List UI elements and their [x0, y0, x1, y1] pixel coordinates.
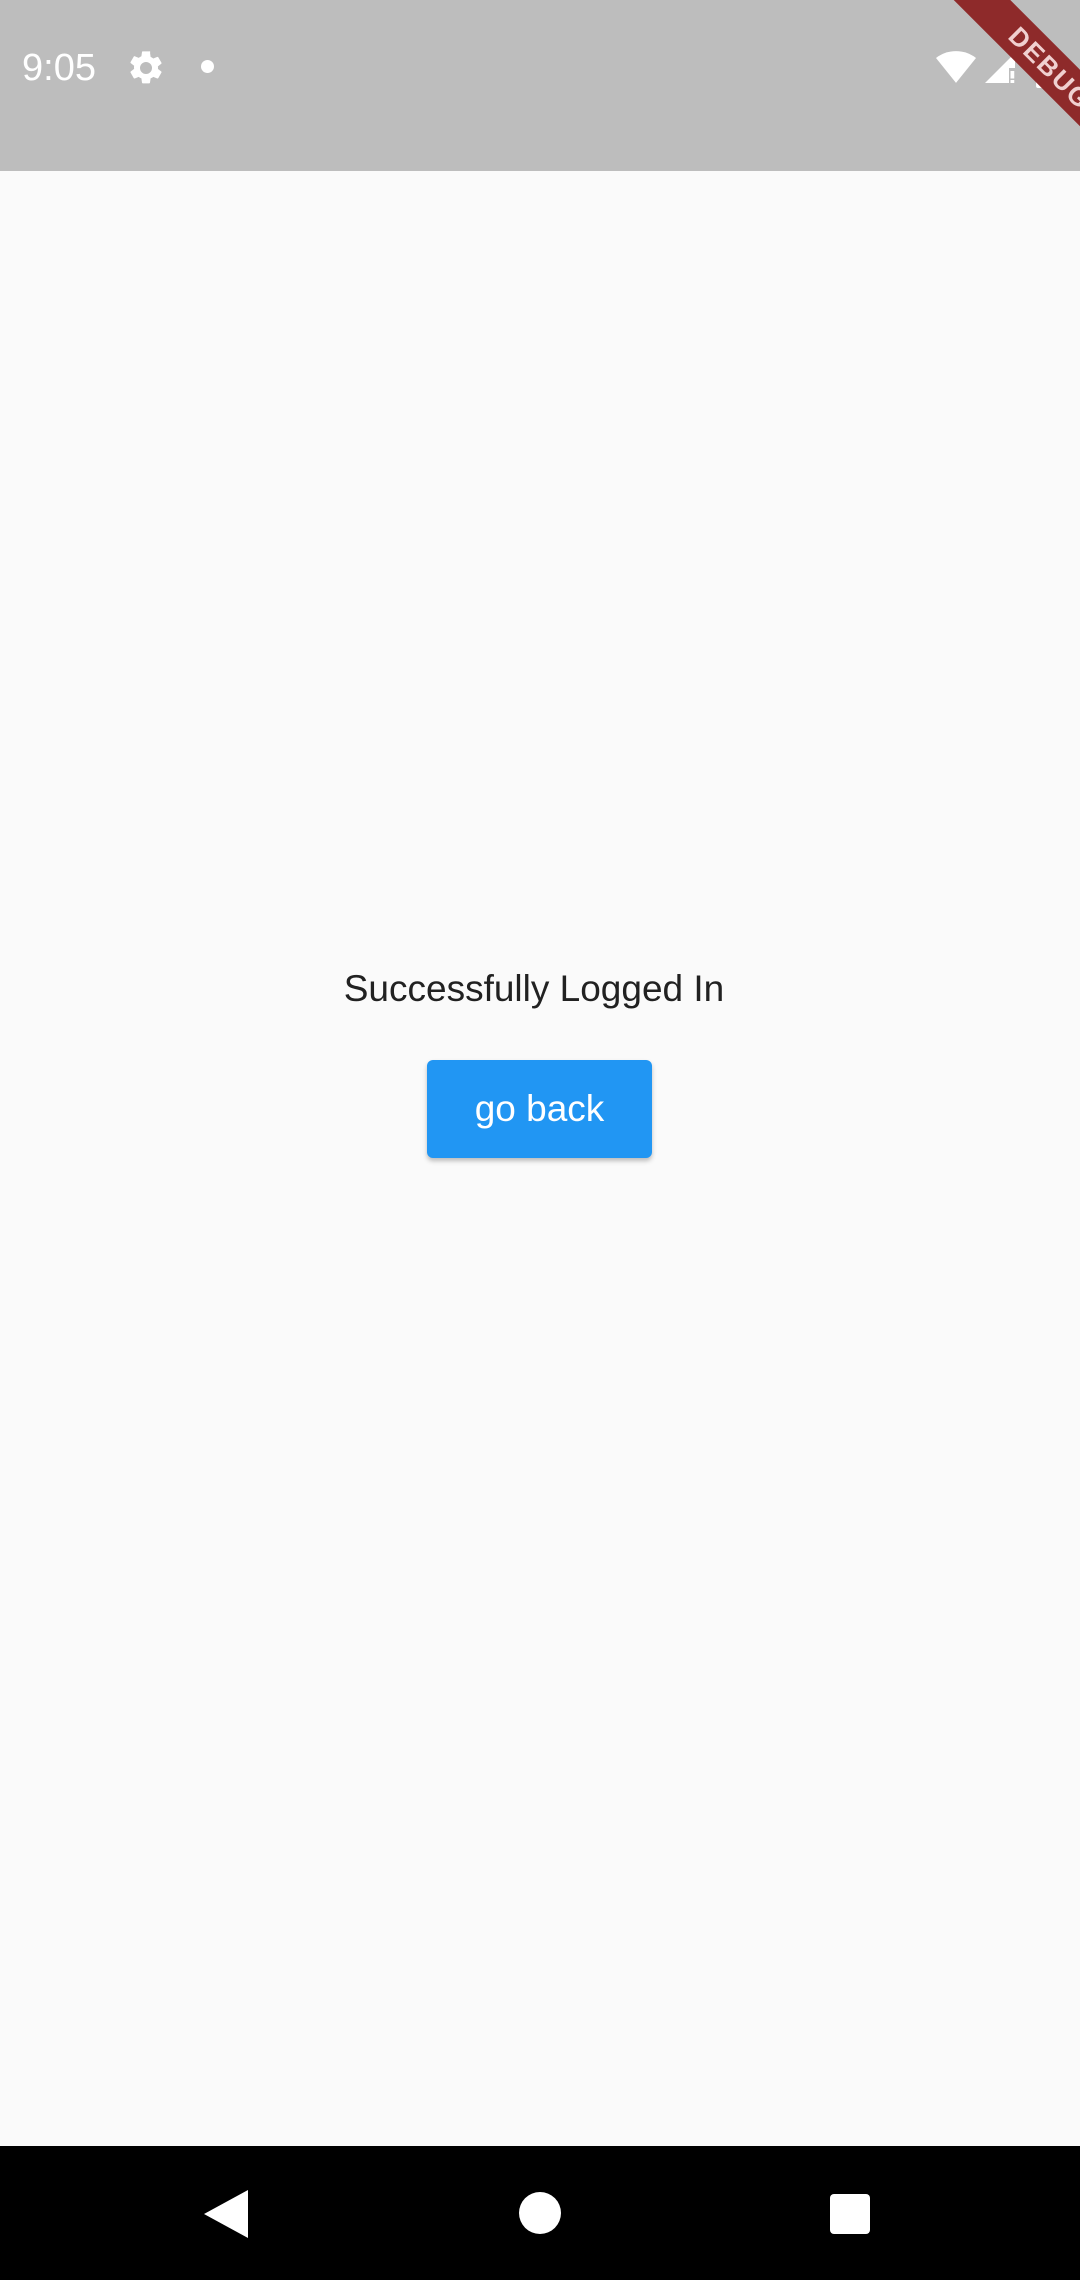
battery-icon — [1036, 48, 1058, 88]
gear-icon — [130, 51, 162, 84]
navigation-bar — [0, 2146, 1080, 2280]
go-back-button[interactable]: go back — [427, 1060, 652, 1158]
recents-icon[interactable] — [830, 2194, 870, 2234]
back-icon[interactable] — [204, 2190, 248, 2238]
success-message: Successfully Logged In — [343, 968, 725, 1009]
wifi-icon — [936, 51, 976, 83]
status-bar: 9:05 DEBUG — [0, 0, 1080, 171]
status-time: 9:05 — [22, 47, 96, 89]
home-icon[interactable] — [519, 2192, 561, 2234]
notification-dot-icon — [201, 60, 214, 73]
app-screen: 9:05 DEBUG Successfully Logged In go bac… — [0, 0, 1080, 2280]
signal-icon — [985, 53, 1015, 83]
main-content: Successfully Logged In go back — [0, 171, 1080, 2146]
